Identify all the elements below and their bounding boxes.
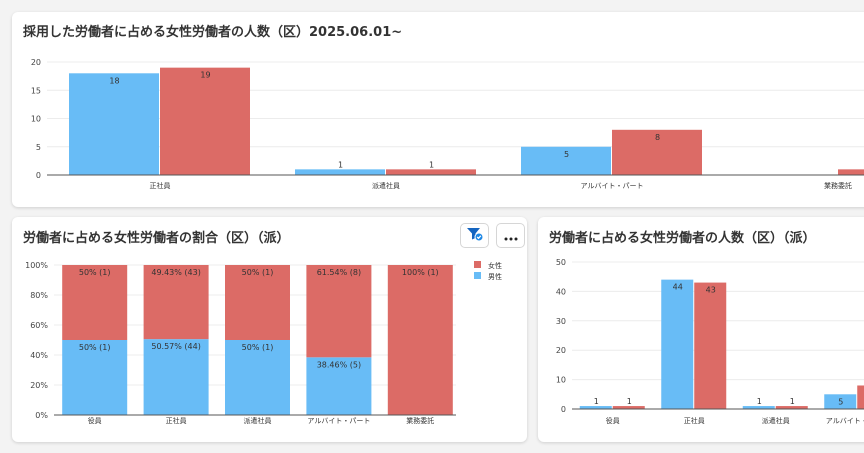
data-label: 43 <box>706 286 716 295</box>
y-tick-label: 15 <box>31 86 41 95</box>
data-label: 50% (1) <box>242 343 274 352</box>
data-label: 50% (1) <box>242 268 274 277</box>
x-tick-label: 正社員 <box>150 181 171 190</box>
y-tick-label: 20 <box>31 58 41 67</box>
legend-swatch <box>474 261 481 268</box>
data-label: 50% (1) <box>79 343 111 352</box>
x-tick-label: 正社員 <box>166 416 187 425</box>
data-label: 49.43% (43) <box>151 268 200 277</box>
y-tick-label: 5 <box>36 143 41 152</box>
x-tick-label: 派遣社員 <box>244 416 272 425</box>
bar <box>295 169 385 175</box>
data-label: 1 <box>338 160 343 169</box>
data-label: 1 <box>627 397 632 406</box>
bar <box>69 73 159 175</box>
bar <box>386 169 476 175</box>
y-tick-label: 40% <box>30 351 48 360</box>
bar <box>661 279 694 409</box>
data-label: 1 <box>790 397 795 406</box>
y-tick-label: 20% <box>30 381 48 390</box>
y-tick-label: 0 <box>36 171 41 180</box>
data-label: 18 <box>109 76 119 85</box>
y-tick-label: 20 <box>556 346 566 355</box>
data-label: 1 <box>594 397 599 406</box>
y-tick-label: 80% <box>30 291 48 300</box>
x-tick-label: アルバイト・パート <box>307 417 370 425</box>
y-tick-label: 0 <box>561 405 566 414</box>
bar <box>857 385 864 409</box>
data-label: 19 <box>200 71 210 80</box>
x-tick-label: 役員 <box>606 416 620 425</box>
legend-label: 男性 <box>488 272 502 281</box>
female-ratio-card: 労働者に占める女性労働者の割合（区）（派） 0% 20% 40% 60% 80% 100%… <box>12 217 527 442</box>
y-tick-label: 10 <box>31 115 41 124</box>
bar <box>838 169 864 175</box>
x-tick-label: 業務委託 <box>406 416 434 425</box>
data-label: 5 <box>564 150 569 159</box>
data-label: 61.54% (8) <box>317 268 361 277</box>
x-tick-label: アルバイト・パート <box>826 417 864 425</box>
x-tick-label: アルバイト・パート <box>581 182 644 190</box>
x-tick-label: 派遣社員 <box>372 181 400 190</box>
data-label: 50% (1) <box>79 268 111 277</box>
data-label: 44 <box>673 283 683 292</box>
y-tick-label: 30 <box>556 317 566 326</box>
y-tick-label: 50 <box>556 258 566 267</box>
x-tick-label: 派遣社員 <box>762 416 790 425</box>
female-workers-count-chart: 0 10 20 30 40 50 1 1 44 43 1 1 5 役員 正社員 派遣社員 アルバイト・パート <box>556 258 864 425</box>
x-tick-label: 役員 <box>88 416 102 425</box>
bar-segment <box>387 265 453 415</box>
y-tick-label: 0% <box>35 411 48 420</box>
x-tick-label: 業務委託 <box>824 181 852 190</box>
y-tick-label: 10 <box>556 376 566 385</box>
y-tick-label: 100% <box>25 261 48 270</box>
y-tick-label: 40 <box>556 287 566 296</box>
data-label: 1 <box>429 160 434 169</box>
data-label: 5 <box>838 397 843 406</box>
bar <box>694 282 727 409</box>
data-label: 50.57% (44) <box>151 342 200 351</box>
female-hires-count-chart: 0510152018191 158正社員 派遣社員 アルバイト・パート 業務委託 <box>31 58 864 190</box>
legend-swatch <box>474 272 481 279</box>
data-label: 100% (1) <box>402 268 439 277</box>
bar <box>160 67 250 175</box>
legend-label: 女性 <box>488 261 502 270</box>
data-label: 38.46% (5) <box>317 360 361 369</box>
data-label: 1 <box>757 397 762 406</box>
bar-segment <box>306 265 372 358</box>
female-ratio-chart: 0% 20% 40% 60% 80% 100% 50% (1) 50% (1) 50.57% (… <box>25 261 502 425</box>
female-hires-count-card: 採用した労働者に占める女性労働者の人数（区）2025.06.01~ 0 5 10 15… <box>12 12 864 207</box>
y-tick-label: 60% <box>30 321 48 330</box>
x-tick-label: 正社員 <box>684 416 705 425</box>
data-label: 8 <box>655 133 660 142</box>
female-workers-count-card: 労働者に占める女性労働者の人数（区）（派） 0 10 20 30 40 50 1 1 44 43 1… <box>538 217 864 442</box>
